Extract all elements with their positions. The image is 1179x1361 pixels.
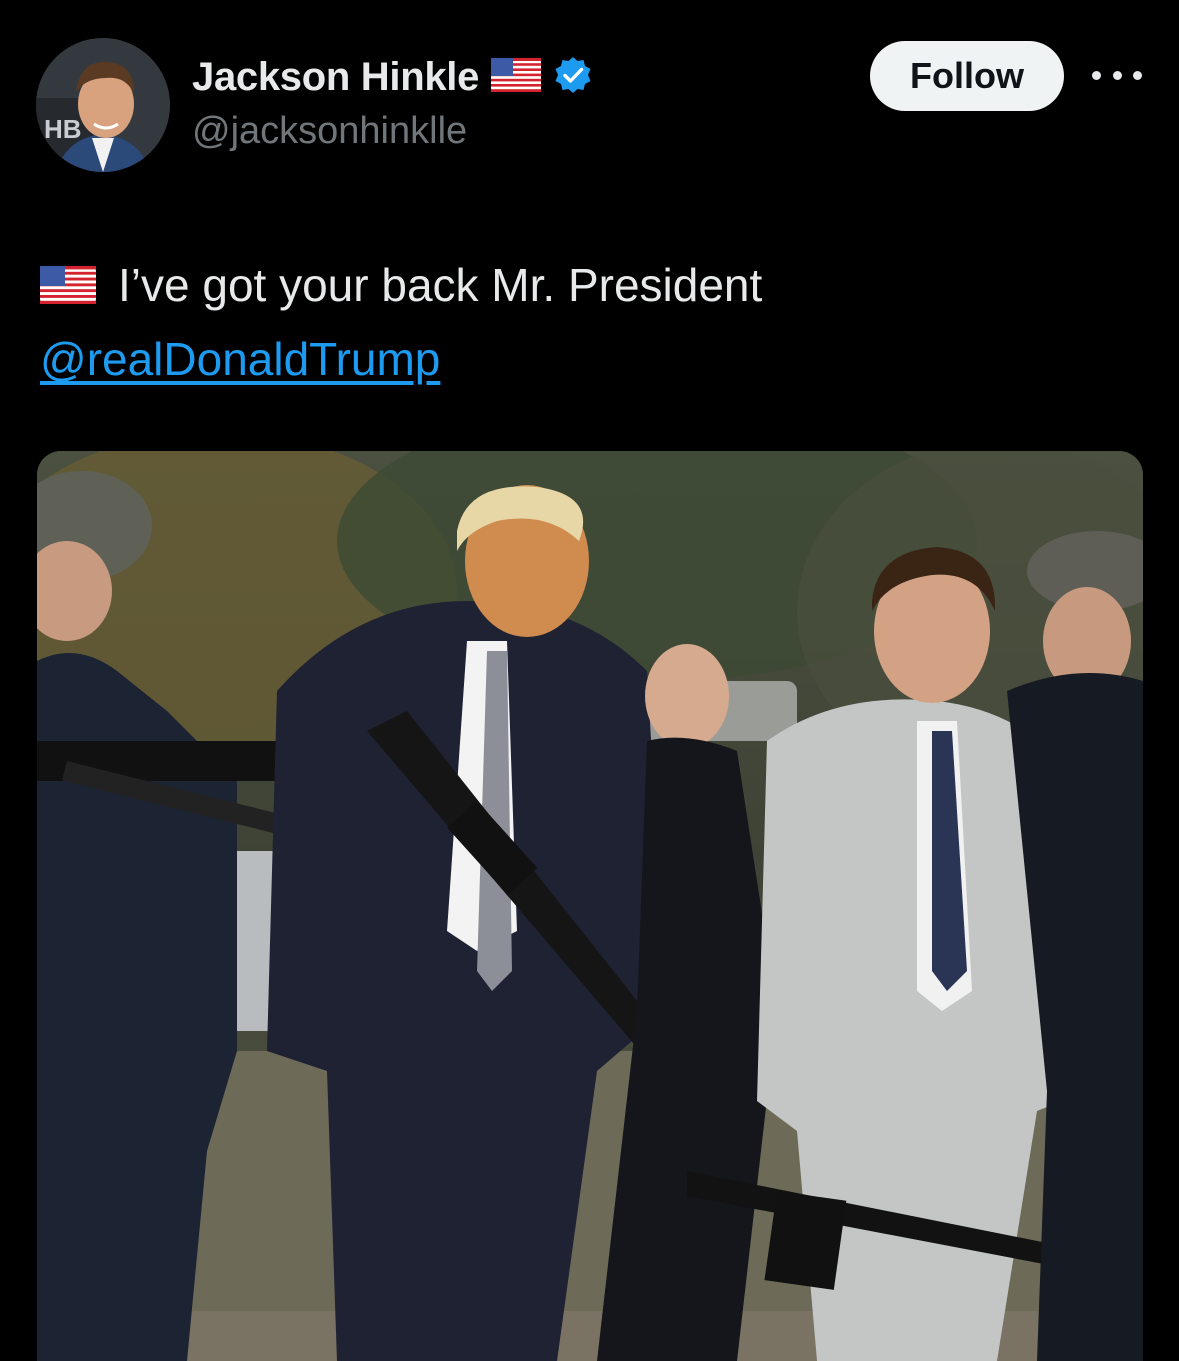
avatar-badge-text: HB [44, 114, 82, 144]
avatar[interactable]: HB [36, 38, 170, 172]
follow-button[interactable]: Follow [870, 41, 1064, 111]
profile-photo: HB [36, 38, 170, 172]
photo-scene [37, 451, 1143, 1361]
author-display-name[interactable]: Jackson Hinkle [192, 55, 479, 100]
us-flag-icon [40, 266, 96, 304]
more-dot [1092, 70, 1101, 80]
more-dot [1112, 70, 1122, 80]
more-dot [1133, 70, 1142, 80]
tweet-body-text: I’ve got your back Mr. President [118, 259, 763, 311]
tweet-text: I’ve got your back Mr. President @realDo… [40, 250, 1140, 394]
mention-link[interactable]: @realDonaldTrump [40, 324, 440, 394]
more-horizontal-icon[interactable] [1092, 60, 1142, 90]
author-name-row: Jackson Hinkle [192, 52, 593, 102]
tweet-first-line: I’ve got your back Mr. President [40, 250, 1140, 320]
author-handle[interactable]: @jacksonhinklle [192, 110, 467, 153]
verified-badge-icon [553, 55, 593, 100]
us-flag-icon [491, 57, 542, 97]
tweet-photo[interactable] [37, 451, 1143, 1361]
